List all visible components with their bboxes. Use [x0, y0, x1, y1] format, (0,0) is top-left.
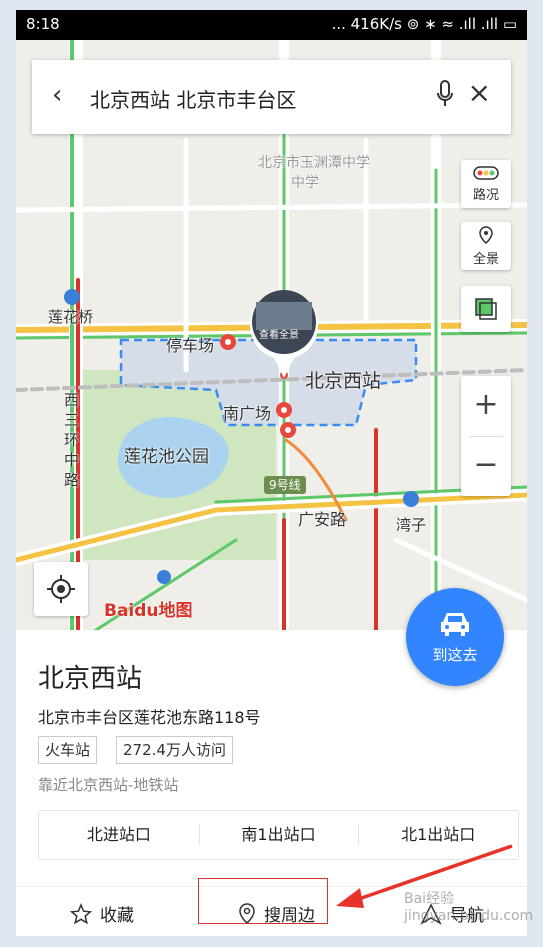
place-nearby: 靠近北京西站-地铁站: [38, 776, 179, 794]
map-label-south-square[interactable]: 南广场: [223, 400, 271, 424]
layers-button[interactable]: [461, 286, 511, 332]
exit-north-entrance[interactable]: 北进站口: [39, 811, 199, 859]
map-label-station[interactable]: 北京西站: [305, 366, 381, 393]
traffic-button[interactable]: 路况: [461, 160, 511, 208]
map-label-parking[interactable]: 停车场: [166, 332, 214, 356]
layers-icon: [475, 298, 497, 320]
back-icon[interactable]: ‹: [52, 80, 62, 110]
phone-screen: 8:18 ... 416K/s ⊚ ∗ ≈ .ıll .ıll ▭ 北京市玉渊潭…: [16, 10, 527, 936]
close-icon[interactable]: ×: [468, 79, 491, 107]
status-time: 8:18: [26, 15, 60, 33]
map-label-school-line2: 中学: [291, 175, 319, 191]
view-panorama-label[interactable]: 查看全景: [259, 326, 299, 341]
panorama-button[interactable]: 全景: [461, 222, 511, 270]
zoom-control: + −: [461, 376, 511, 496]
zoom-divider: [469, 436, 503, 437]
microphone-icon[interactable]: [437, 80, 453, 112]
star-icon: [70, 902, 92, 924]
traffic-light-icon: [473, 166, 499, 180]
exit-north-1[interactable]: 北1出站口: [358, 811, 518, 859]
panorama-pin-icon: [479, 226, 493, 244]
map-label-west-ring-road: 西三环中路: [64, 391, 80, 489]
place-tag-category: 火车站: [38, 736, 98, 764]
map-label-wanzi: 湾子: [396, 516, 427, 534]
go-here-button[interactable]: 到这去: [406, 588, 504, 686]
status-bar: 8:18 ... 416K/s ⊚ ∗ ≈ .ıll .ıll ▭: [16, 10, 527, 40]
watermark: Bai经验 jingyan.baidu.com: [404, 891, 534, 924]
locate-icon: [47, 575, 75, 603]
exit-south-1[interactable]: 南1出站口: [198, 811, 359, 859]
status-indicators: ... 416K/s ⊚ ∗ ≈ .ıll .ıll ▭: [331, 15, 517, 33]
place-name: 北京西站: [38, 664, 143, 694]
map-label-guanganlu: 广安路: [298, 510, 347, 529]
panorama-label: 全景: [472, 252, 499, 267]
station-exits: 北进站口 南1出站口 北1出站口: [38, 810, 519, 860]
go-here-label: 到这去: [432, 646, 478, 664]
zoom-out-button[interactable]: −: [461, 436, 511, 496]
search-query[interactable]: 北京西站 北京市丰台区: [90, 84, 296, 113]
zoom-in-button[interactable]: +: [461, 376, 511, 436]
car-icon: [441, 613, 469, 636]
place-address: 北京市丰台区莲花池东路118号: [38, 708, 261, 727]
favorite-label: 收藏: [100, 906, 134, 926]
map-label-line9: 9号线: [269, 478, 301, 492]
map-label-school: 北京市玉渊潭中学: [258, 155, 370, 171]
baidu-map-logo: Baidu地图: [104, 601, 193, 621]
screenshot-frame: 8:18 ... 416K/s ⊚ ∗ ≈ .ıll .ıll ▭ 北京市玉渊潭…: [0, 0, 543, 947]
favorite-button[interactable]: 收藏: [70, 901, 134, 926]
traffic-label: 路况: [472, 188, 499, 203]
locate-button[interactable]: [34, 562, 88, 616]
place-tag-visits: 272.4万人访问: [116, 736, 233, 764]
annotation-highlight-box: [198, 878, 328, 924]
map-label-park: 莲花池公园: [124, 447, 209, 467]
search-bar[interactable]: ‹ 北京西站 北京市丰台区 ×: [32, 60, 511, 134]
map-label-lianhuaqiao: 莲花桥: [48, 308, 94, 326]
